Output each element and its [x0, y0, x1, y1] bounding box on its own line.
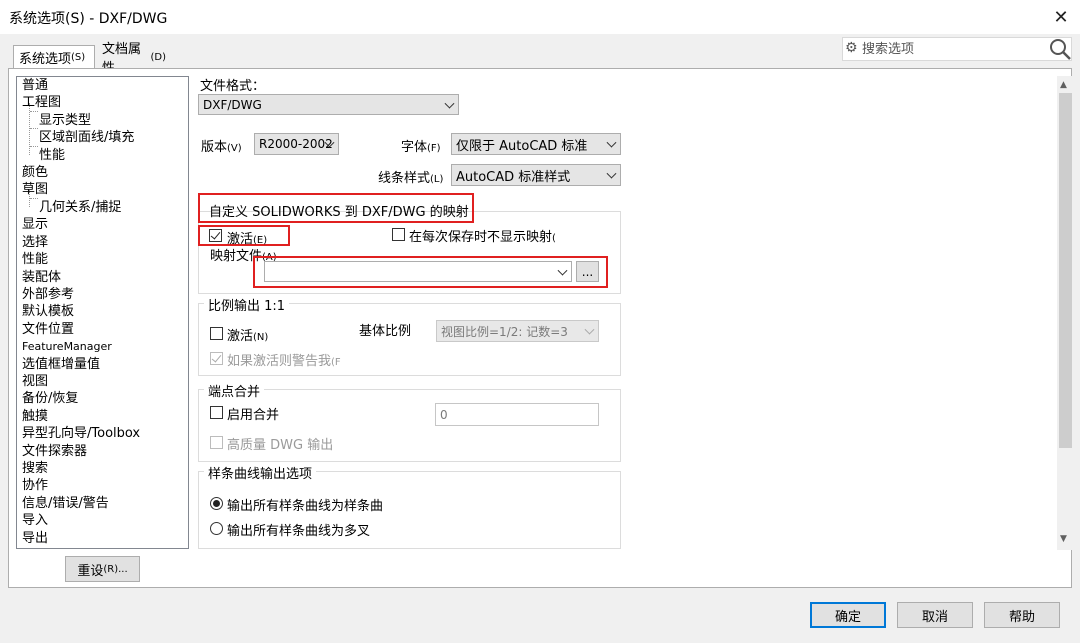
reset-button-accel: (R)... [103, 563, 128, 575]
no-show-on-save-checkbox[interactable] [392, 228, 405, 241]
options-tree: 普通 工程图 显示类型 区域剖面线/填充 性能 颜色 草图 几何关系/捕捉 显示… [16, 76, 189, 549]
tree-item-search[interactable]: 搜索 [22, 460, 48, 477]
tree-item-relations-snaps[interactable]: 几何关系/捕捉 [39, 199, 121, 216]
line-style-select[interactable]: AutoCAD 标准样式 [451, 164, 621, 186]
tree-item-view[interactable]: 视图 [22, 373, 48, 390]
tree-item-featuremanager[interactable]: FeatureManager [22, 338, 112, 355]
chevron-down-icon [584, 324, 595, 335]
tree-item-display-style[interactable]: 显示类型 [39, 112, 91, 129]
line-style-value: AutoCAD 标准样式 [456, 169, 571, 185]
tree-item-default-templates[interactable]: 默认模板 [22, 303, 74, 320]
tree-item-messages-errors-warnings[interactable]: 信息/错误/警告 [22, 495, 109, 512]
file-format-select[interactable]: DXF/DWG [198, 94, 459, 115]
tab-accel: (D) [150, 51, 166, 63]
map-file-select[interactable] [264, 261, 572, 282]
tree-item-file-explorer[interactable]: 文件探索器 [22, 443, 87, 460]
mapping-activate-checkbox[interactable] [209, 229, 222, 242]
window-title: 系统选项(S) - DXF/DWG [9, 11, 168, 27]
help-button-label: 帮助 [1008, 609, 1035, 625]
tree-item-import[interactable]: 导入 [22, 512, 48, 529]
tree-connector [30, 128, 38, 129]
tree-item-selection[interactable]: 选择 [22, 234, 48, 251]
ok-button-label: 确定 [834, 609, 861, 625]
search-icon[interactable] [1048, 37, 1072, 61]
chevron-down-icon [444, 98, 455, 109]
tree-item-export[interactable]: 导出 [22, 530, 48, 547]
tree-item-area-hatch[interactable]: 区域剖面线/填充 [39, 129, 134, 146]
chevron-down-icon [557, 265, 568, 276]
chevron-down-icon [606, 137, 617, 148]
base-scale-value: 视图比例=1/2: 记数=3 [441, 324, 568, 339]
tree-item-backup-recover[interactable]: 备份/恢复 [22, 390, 78, 407]
enable-merge-checkbox[interactable] [210, 406, 223, 419]
tree-item-drawings[interactable]: 工程图 [22, 94, 61, 111]
tree-item-file-locations[interactable]: 文件位置 [22, 321, 74, 338]
tree-item-drawing-performance[interactable]: 性能 [39, 147, 65, 164]
scroll-up-icon[interactable]: ▲ [1060, 80, 1067, 90]
scale-activate-checkbox[interactable] [210, 327, 223, 340]
tree-item-hole-wizard-toolbox[interactable]: 异型孔向导/Toolbox [22, 425, 140, 442]
spline-output-polyline-label: 输出所有样条曲线为多叉 [227, 524, 371, 539]
tab-document-properties[interactable]: 文档属性(D) [96, 42, 172, 76]
merge-tolerance-value: 0 [440, 407, 448, 422]
search-input[interactable] [862, 38, 1042, 60]
base-scale-select[interactable]: 视图比例=1/2: 记数=3 [436, 320, 599, 342]
tree-item-general[interactable]: 普通 [22, 77, 48, 94]
line-style-label: 线条样式(L) [378, 171, 444, 186]
tree-item-performance[interactable]: 性能 [22, 251, 48, 268]
tree-item-sketch[interactable]: 草图 [22, 181, 48, 198]
ok-button[interactable]: 确定 [810, 602, 886, 628]
spline-output-spline-radio[interactable] [210, 497, 223, 510]
reset-button[interactable]: 重设 (R)... [65, 556, 140, 582]
tab-system-options[interactable]: 系统选项 (S) [13, 45, 95, 69]
high-quality-dwg-checkbox[interactable] [210, 436, 223, 449]
file-format-value: DXF/DWG [203, 97, 262, 112]
cancel-button-label: 取消 [921, 609, 948, 625]
font-value: 仅限于 AutoCAD 标准 [456, 138, 588, 154]
tree-connector [30, 198, 38, 199]
scale-activate-label: 激活(N) [227, 329, 269, 344]
font-select[interactable]: 仅限于 AutoCAD 标准 [451, 133, 621, 155]
tree-item-colors[interactable]: 颜色 [22, 164, 48, 181]
warn-me-checkbox[interactable] [210, 352, 223, 365]
browse-button[interactable]: ... [576, 261, 599, 282]
close-button[interactable]: ✕ [1045, 2, 1077, 32]
tree-item-touch[interactable]: 触摸 [22, 408, 48, 425]
reset-button-label: 重设 [77, 563, 104, 579]
enable-merge-label: 启用合并 [227, 408, 280, 423]
help-button[interactable]: 帮助 [984, 602, 1060, 628]
endpoint-merge-group-label: 端点合并 [204, 381, 265, 400]
version-value: R2000-2002 [259, 137, 333, 151]
tree-connector [30, 146, 38, 147]
tree-item-assemblies[interactable]: 装配体 [22, 269, 61, 286]
file-format-label: 文件格式： [200, 79, 266, 94]
tree-item-external-references[interactable]: 外部参考 [22, 286, 74, 303]
font-label: 字体(F) [401, 140, 441, 155]
browse-button-label: ... [581, 264, 594, 279]
tree-item-collaboration[interactable]: 协作 [22, 477, 48, 494]
spline-output-polyline-radio[interactable] [210, 522, 223, 535]
chevron-down-icon [606, 168, 617, 179]
tree-item-spin-box-increments[interactable]: 选值框增量值 [22, 356, 100, 373]
cancel-button[interactable]: 取消 [897, 602, 973, 628]
scroll-down-icon[interactable]: ▼ [1060, 534, 1067, 544]
base-scale-label: 基体比例 [359, 324, 412, 339]
mapping-group-label: 自定义 SOLIDWORKS 到 DXF/DWG 的映射 [209, 205, 469, 220]
spline-output-group-label: 样条曲线输出选项 [204, 463, 317, 482]
tree-item-display[interactable]: 显示 [22, 216, 48, 233]
tree-connector [30, 111, 38, 112]
tab-label: 系统选项 [19, 52, 72, 67]
gear-icon: ⚙ [845, 40, 858, 56]
spline-output-spline-label: 输出所有样条曲线为样条曲 [227, 499, 384, 514]
scale-group-label: 比例输出 1:1 [204, 295, 290, 314]
no-show-on-save-label: 在每次保存时不显示映射( [409, 230, 556, 245]
high-quality-dwg-label: 高质量 DWG 输出 [227, 438, 334, 453]
scrollbar-thumb[interactable] [1059, 93, 1072, 448]
version-label: 版本(V) [201, 140, 242, 155]
merge-tolerance-input[interactable]: 0 [435, 403, 599, 426]
close-icon: ✕ [1053, 6, 1069, 28]
version-select[interactable]: R2000-2002 [254, 133, 339, 155]
warn-me-label: 如果激活则警告我(F [227, 354, 341, 369]
tab-accel: (S) [71, 52, 86, 63]
